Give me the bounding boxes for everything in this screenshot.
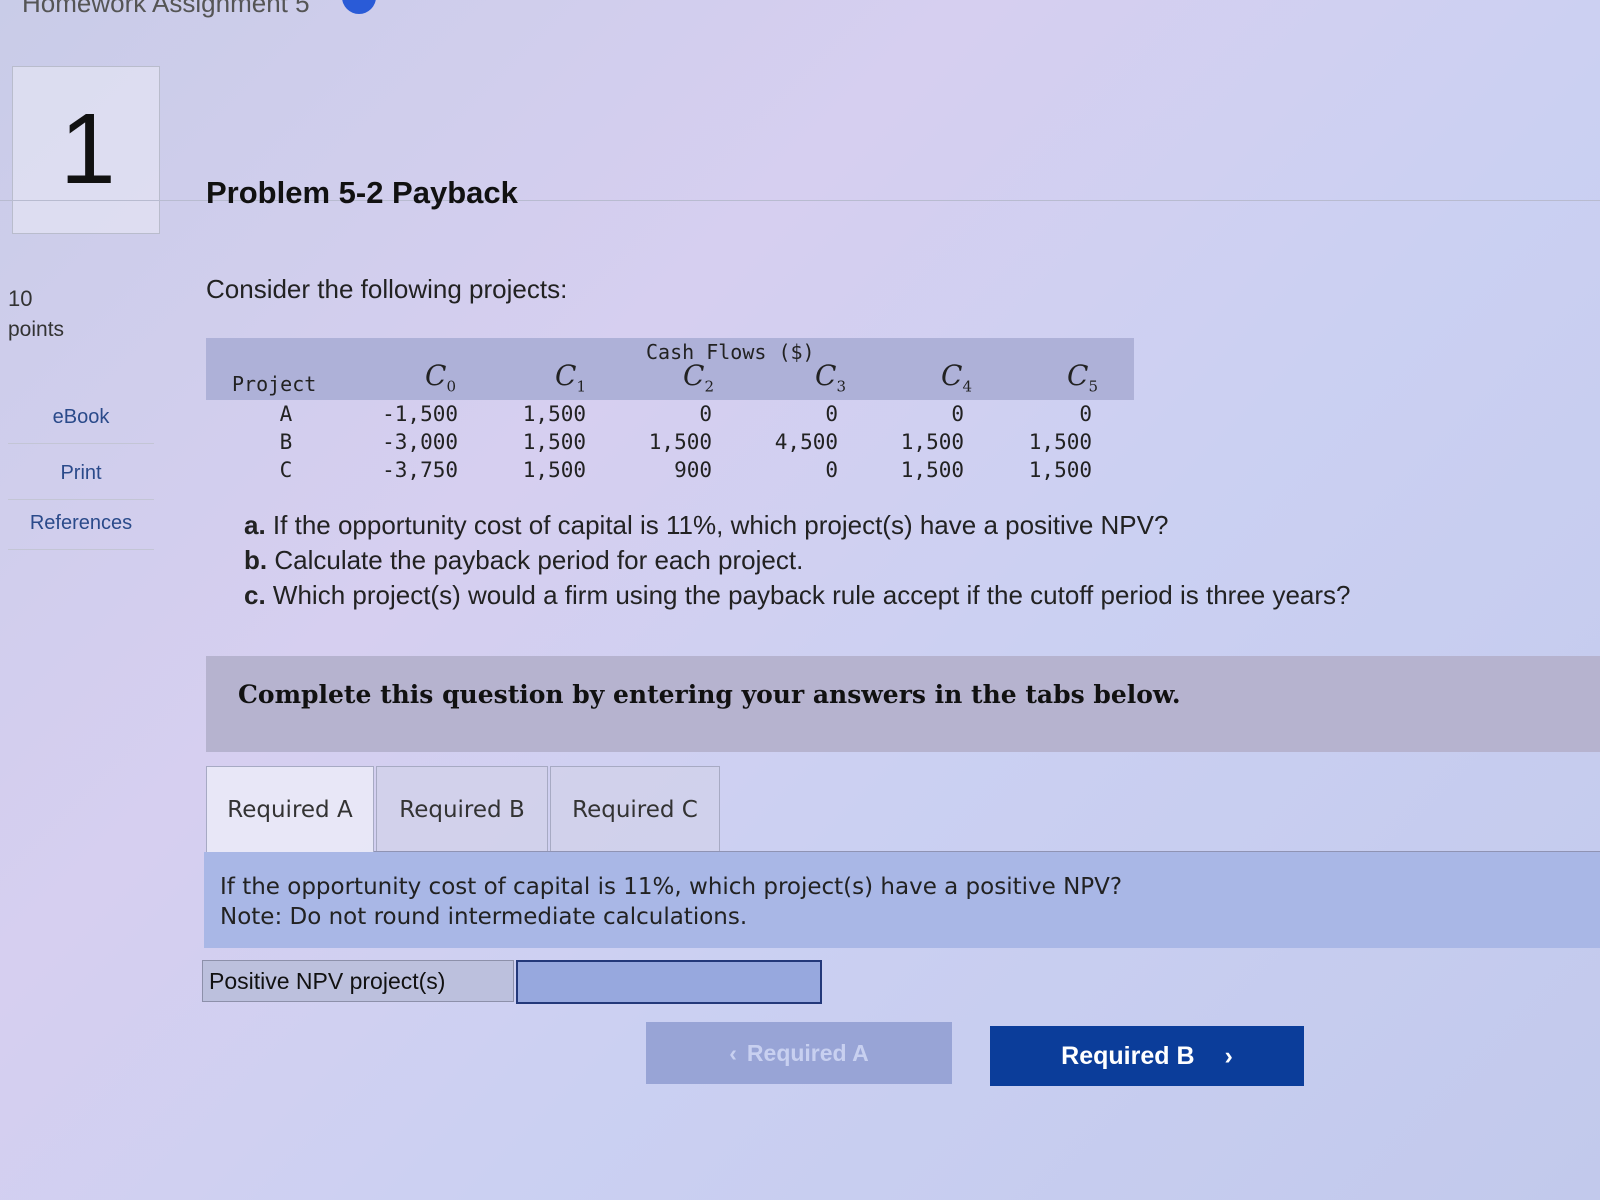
column-header-c4: C4	[941, 359, 972, 396]
table-cell: 1,500	[522, 430, 586, 454]
tab-content-panel: If the opportunity cost of capital is 11…	[204, 852, 1600, 948]
table-cell: 4,500	[774, 430, 838, 454]
table-row: B -3,000 1,500 1,500 4,500 1,500 1,500	[206, 428, 1134, 456]
chevron-right-icon: ›	[1224, 1041, 1233, 1070]
table-cell: A	[279, 402, 293, 426]
tab-required-c[interactable]: Required C	[550, 766, 720, 854]
question-part-b: b. Calculate the payback period for each…	[244, 545, 804, 575]
previous-button-label: Required A	[746, 1039, 869, 1066]
problem-title: Problem 5-2 Payback	[206, 175, 518, 210]
table-cell: -1,500	[382, 402, 458, 426]
table-cell: B	[279, 430, 293, 454]
problem-intro: Consider the following projects:	[206, 274, 568, 304]
question-part-c: c. Which project(s) would a firm using t…	[244, 580, 1351, 610]
table-cell: 1,500	[900, 458, 964, 482]
instruction-text: Complete this question by entering your …	[238, 680, 1181, 709]
prompt-question: If the opportunity cost of capital is 11…	[220, 874, 1123, 900]
next-required-button[interactable]: Required B ›	[990, 1026, 1304, 1086]
table-cell: -3,750	[382, 458, 458, 482]
sidebar-item-references[interactable]: References	[8, 512, 154, 550]
table-cell: 1,500	[1028, 430, 1092, 454]
table-cell: 0	[699, 402, 712, 426]
table-row: A -1,500 1,500 0 0 0 0	[206, 400, 1134, 428]
points-value: 10	[8, 286, 33, 311]
column-header-c5: C5	[1067, 359, 1098, 396]
points-label: points	[8, 318, 65, 341]
question-part-a: a. If the opportunity cost of capital is…	[244, 510, 1169, 540]
column-header-c0: C0	[425, 359, 456, 396]
table-cell: -3,000	[382, 430, 458, 454]
cash-flow-table: Cash Flows ($) Project C0 C1 C2 C3 C4 C5…	[206, 338, 1134, 484]
previous-required-button[interactable]: ‹ Required A	[646, 1022, 952, 1084]
sidebar-item-ebook[interactable]: eBook	[8, 406, 154, 444]
next-button-label: Required B	[1061, 1041, 1195, 1070]
prompt-note: Note: Do not round intermediate calculat…	[220, 904, 748, 930]
table-cell: 1,500	[522, 458, 586, 482]
table-cell: C	[279, 458, 293, 482]
column-header-c3: C3	[815, 359, 846, 396]
table-cell: 0	[951, 402, 964, 426]
table-cell: 1,500	[522, 402, 586, 426]
table-cell: 1,500	[900, 430, 964, 454]
table-cell: 1,500	[648, 430, 712, 454]
answer-label: Positive NPV project(s)	[202, 960, 514, 1002]
tab-required-b[interactable]: Required B	[376, 766, 548, 854]
chevron-left-icon: ‹	[729, 1039, 737, 1066]
question-list: a. If the opportunity cost of capital is…	[244, 508, 1351, 613]
table-cell: 0	[1079, 402, 1092, 426]
positive-npv-input[interactable]	[516, 960, 822, 1004]
sidebar-item-print[interactable]: Print	[8, 462, 154, 500]
column-header-project: Project	[232, 372, 317, 396]
cash-flow-table-header: Cash Flows ($) Project C0 C1 C2 C3 C4 C5	[206, 338, 1134, 400]
info-badge-icon[interactable]	[342, 0, 376, 14]
column-header-c1: C1	[555, 359, 586, 396]
table-cell: 900	[674, 458, 712, 482]
table-row: C -3,750 1,500 900 0 1,500 1,500	[206, 456, 1134, 484]
table-cell: 0	[825, 402, 838, 426]
question-number: 1	[60, 93, 116, 205]
table-cell: 1,500	[1028, 458, 1092, 482]
breadcrumb: Homework Assignment 5	[22, 0, 310, 18]
tab-required-a[interactable]: Required A	[206, 766, 374, 853]
instruction-banner: Complete this question by entering your …	[206, 656, 1600, 752]
top-bar: Homework Assignment 5	[0, 0, 1600, 18]
column-header-c2: C2	[683, 359, 714, 396]
table-cell: 0	[825, 458, 838, 482]
